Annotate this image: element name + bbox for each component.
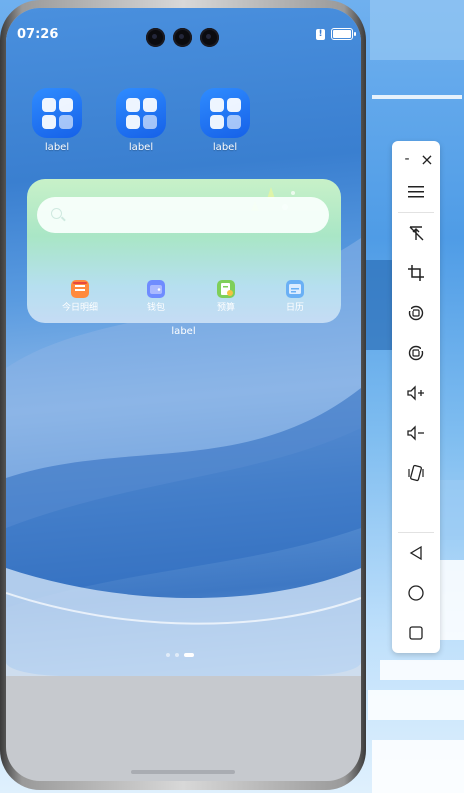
shortcut-wallet[interactable]: 钱包: [126, 280, 186, 313]
shortcut-calendar[interactable]: 日历: [265, 280, 325, 313]
camera-lens-icon: [200, 28, 219, 47]
shortcut-today-details[interactable]: 今日明细: [50, 280, 110, 313]
shortcut-label: 今日明细: [61, 303, 98, 313]
app-label: label: [212, 142, 238, 153]
app-label: label: [44, 142, 70, 153]
page-dot-active[interactable]: [184, 653, 194, 657]
wallet-icon: [147, 280, 165, 298]
shortcut-label: 日历: [285, 303, 304, 313]
shortcut-budget[interactable]: 预算: [196, 280, 256, 313]
close-button[interactable]: ×: [420, 147, 434, 171]
toolbar-divider: [398, 212, 434, 213]
volume-up-icon[interactable]: [404, 381, 428, 405]
app-label: label: [128, 142, 154, 153]
widget-search-bar[interactable]: [37, 197, 329, 233]
rotate-left-icon[interactable]: [404, 301, 428, 325]
emulator-toolbar: - ×: [392, 141, 440, 653]
app-shortcut[interactable]: label: [195, 88, 255, 153]
app-grid-icon: [200, 88, 250, 138]
search-icon: [51, 208, 62, 219]
status-icons: !: [316, 28, 356, 40]
shortcut-label: 钱包: [146, 303, 165, 313]
app-grid-icon: [32, 88, 82, 138]
receipt-icon: [71, 280, 89, 298]
status-time: 07:26: [17, 27, 59, 42]
page-dot[interactable]: [166, 653, 170, 657]
toolbar-header: - ×: [392, 141, 440, 169]
shake-icon[interactable]: [404, 461, 428, 485]
pin-off-icon[interactable]: [404, 221, 428, 245]
rotate-right-icon[interactable]: [404, 341, 428, 365]
finance-widget[interactable]: 今日明细 钱包 预算 日历: [27, 179, 341, 323]
shortcut-label: 预算: [216, 303, 235, 313]
budget-icon: [217, 280, 235, 298]
back-icon[interactable]: [404, 541, 428, 565]
widget-label: label: [171, 326, 196, 337]
app-shortcut[interactable]: label: [27, 88, 87, 153]
crop-icon[interactable]: [404, 261, 428, 285]
page-indicator[interactable]: [166, 653, 194, 657]
phone-screen: 07:26 ! label label label 今日明细 钱包 预算 日历 …: [6, 8, 361, 781]
home-indicator[interactable]: [131, 770, 235, 774]
minimize-button[interactable]: -: [400, 147, 414, 171]
volume-down-icon[interactable]: [404, 421, 428, 445]
battery-icon: [331, 28, 356, 40]
menu-icon[interactable]: [404, 180, 428, 204]
home-icon[interactable]: [404, 581, 428, 605]
app-grid-icon: [116, 88, 166, 138]
page-dot[interactable]: [175, 653, 179, 657]
camera-lens-icon: [173, 28, 192, 47]
phone-frame: 07:26 ! label label label 今日明细 钱包 预算 日历 …: [0, 0, 366, 790]
toolbar-divider: [398, 532, 434, 533]
app-shortcut[interactable]: label: [111, 88, 171, 153]
alert-icon: !: [316, 28, 325, 40]
calendar-icon: [286, 280, 304, 298]
recents-icon[interactable]: [404, 621, 428, 645]
camera-lens-icon: [146, 28, 165, 47]
